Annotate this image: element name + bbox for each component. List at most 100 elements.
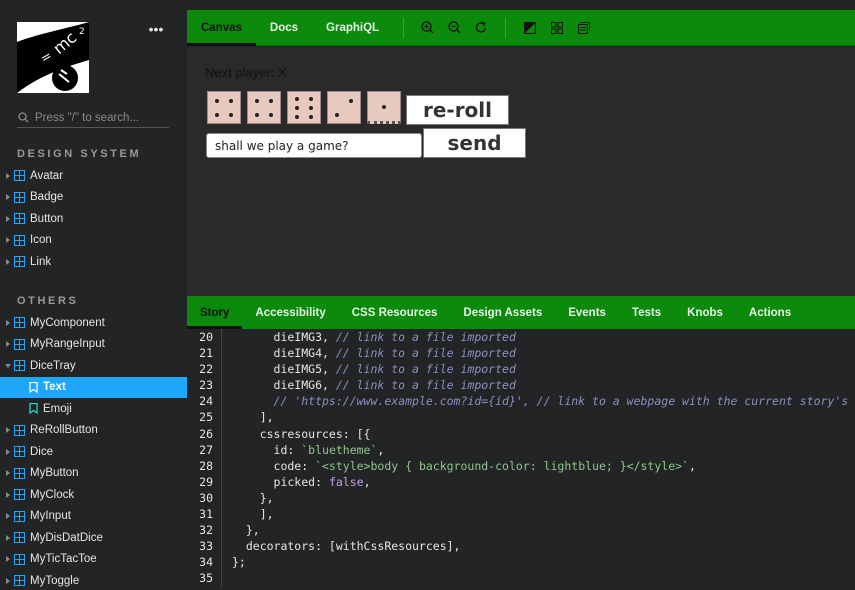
sidebar-item-icon[interactable]: Icon bbox=[0, 230, 187, 252]
tab-docs[interactable]: Docs bbox=[256, 10, 312, 46]
canvas-preview: Next player: X re-roll sen bbox=[187, 47, 855, 296]
sidebar-item-dicetray-emoji[interactable]: Emoji bbox=[0, 398, 187, 420]
sidebar-item-label: Dice bbox=[30, 445, 54, 458]
section-title-design-system: DESIGN SYSTEM bbox=[17, 148, 142, 160]
sidebar-item-label: Emoji bbox=[43, 402, 72, 415]
sidebar-item-badge[interactable]: Badge bbox=[0, 187, 187, 209]
sidebar-item-label: MyRangeInput bbox=[30, 338, 105, 351]
component-icon bbox=[14, 510, 25, 522]
code-text: , bbox=[688, 458, 696, 473]
sidebar-item-myclock[interactable]: MyClock bbox=[0, 484, 187, 506]
sidebar-item-label: Button bbox=[30, 212, 64, 225]
tab-graphiql[interactable]: GraphiQL bbox=[312, 10, 393, 46]
die-pip bbox=[215, 99, 219, 103]
line-number: 26 bbox=[199, 426, 213, 441]
dice-tray bbox=[207, 91, 401, 124]
sidebar-item-label: MyInput bbox=[30, 510, 71, 523]
die-6[interactable] bbox=[287, 91, 321, 124]
sidebar-item-myrangeinput[interactable]: MyRangeInput bbox=[0, 334, 187, 356]
sidebar-item-mytictactoe[interactable]: MyTicTacToe bbox=[0, 549, 187, 571]
sidebar-item-dicetray[interactable]: DiceTray bbox=[0, 355, 187, 377]
tab-story[interactable]: Story bbox=[187, 296, 243, 329]
zoom-out-icon[interactable] bbox=[441, 10, 468, 46]
code-text: }, bbox=[232, 523, 260, 538]
tab-knobs[interactable]: Knobs bbox=[674, 296, 736, 329]
die-pip bbox=[215, 113, 219, 117]
code-text: }; bbox=[232, 555, 246, 570]
caret-right-icon bbox=[6, 258, 10, 265]
code-line: 35 bbox=[187, 570, 855, 587]
more-menu-button[interactable]: ••• bbox=[146, 22, 166, 39]
code-comment: // link to a file imported bbox=[335, 346, 516, 361]
search-input[interactable] bbox=[35, 111, 160, 124]
chat-input[interactable] bbox=[206, 133, 422, 158]
line-number: 22 bbox=[199, 362, 213, 377]
code-text: cssresources: [{ bbox=[232, 426, 371, 441]
background-icon[interactable] bbox=[516, 10, 543, 46]
code-line: 32 }, bbox=[187, 522, 855, 539]
line-number: 33 bbox=[199, 539, 213, 554]
code-line: 20 dieIMG3, // link to a file imported bbox=[187, 329, 855, 346]
tab-css-resources[interactable]: CSS Resources bbox=[339, 296, 451, 329]
sidebar-search[interactable] bbox=[17, 108, 169, 128]
zoom-reset-icon[interactable] bbox=[468, 10, 495, 46]
caret-right-icon bbox=[6, 427, 10, 434]
line-number: 20 bbox=[199, 330, 213, 344]
line-number: 29 bbox=[199, 474, 213, 489]
code-line: 30 }, bbox=[187, 489, 855, 507]
sidebar-item-rerollbutton[interactable]: ReRollButton bbox=[0, 420, 187, 442]
tab-design-assets[interactable]: Design Assets bbox=[450, 296, 555, 329]
code-text: ], bbox=[232, 507, 274, 522]
code-text: dieIMG4, bbox=[232, 346, 336, 361]
die-2[interactable] bbox=[327, 91, 361, 124]
caret-right-icon bbox=[6, 341, 10, 348]
send-button[interactable]: send bbox=[423, 128, 526, 158]
component-icon bbox=[14, 191, 25, 203]
code-text: }, bbox=[232, 490, 274, 505]
sidebar-item-mydisdatdice[interactable]: MyDisDatDice bbox=[0, 527, 187, 549]
sidebar-item-dice[interactable]: Dice bbox=[0, 441, 187, 463]
caret-right-icon bbox=[6, 172, 10, 179]
component-icon bbox=[14, 338, 25, 350]
line-number: 23 bbox=[199, 378, 213, 393]
section-title-others: OTHERS bbox=[17, 295, 79, 307]
tab-actions[interactable]: Actions bbox=[736, 296, 804, 329]
sidebar-item-button[interactable]: Button bbox=[0, 208, 187, 230]
die-4[interactable] bbox=[247, 91, 281, 124]
code-line: 24 // 'https://www.example.com?id={id}',… bbox=[187, 393, 855, 410]
tab-canvas[interactable]: Canvas bbox=[187, 10, 256, 46]
sidebar-item-avatar[interactable]: Avatar bbox=[0, 165, 187, 187]
outline-icon[interactable] bbox=[570, 10, 597, 46]
sidebar-item-label: Avatar bbox=[30, 169, 64, 182]
die-1[interactable] bbox=[367, 91, 401, 124]
code-keyword: false bbox=[328, 474, 364, 489]
code-line: 33 decorators: [withCssResources], bbox=[187, 538, 855, 555]
reroll-button[interactable]: re-roll bbox=[406, 95, 509, 125]
line-number: 28 bbox=[199, 458, 213, 473]
die-pip bbox=[295, 97, 299, 101]
caret-right-icon bbox=[6, 448, 10, 455]
die-pip bbox=[309, 115, 313, 119]
sidebar-item-mycomponent[interactable]: MyComponent bbox=[0, 312, 187, 334]
die-pip bbox=[255, 99, 259, 103]
sidebar: E = mc 2 ••• DESIGN SYSTEM Avatar Badge … bbox=[0, 0, 187, 590]
grid-icon[interactable] bbox=[543, 10, 570, 46]
sidebar-item-dicetray-text[interactable]: Text bbox=[0, 376, 187, 398]
gutter bbox=[221, 377, 222, 394]
die-4[interactable] bbox=[207, 91, 241, 124]
sidebar-item-mytoggle[interactable]: MyToggle bbox=[0, 570, 187, 590]
caret-right-icon bbox=[6, 237, 10, 244]
brand-logo[interactable]: E = mc 2 bbox=[17, 22, 89, 93]
code-text: picked: bbox=[232, 474, 329, 489]
sidebar-item-link[interactable]: Link bbox=[0, 251, 187, 273]
sidebar-item-label: Link bbox=[30, 255, 52, 268]
code-text: code: bbox=[232, 458, 316, 473]
sidebar-item-myinput[interactable]: MyInput bbox=[0, 506, 187, 528]
tab-tests[interactable]: Tests bbox=[619, 296, 674, 329]
gutter bbox=[221, 554, 222, 571]
zoom-in-icon[interactable] bbox=[414, 10, 441, 46]
tab-accessibility[interactable]: Accessibility bbox=[242, 296, 338, 329]
tab-events[interactable]: Events bbox=[555, 296, 619, 329]
sidebar-item-mybutton[interactable]: MyButton bbox=[0, 463, 187, 485]
